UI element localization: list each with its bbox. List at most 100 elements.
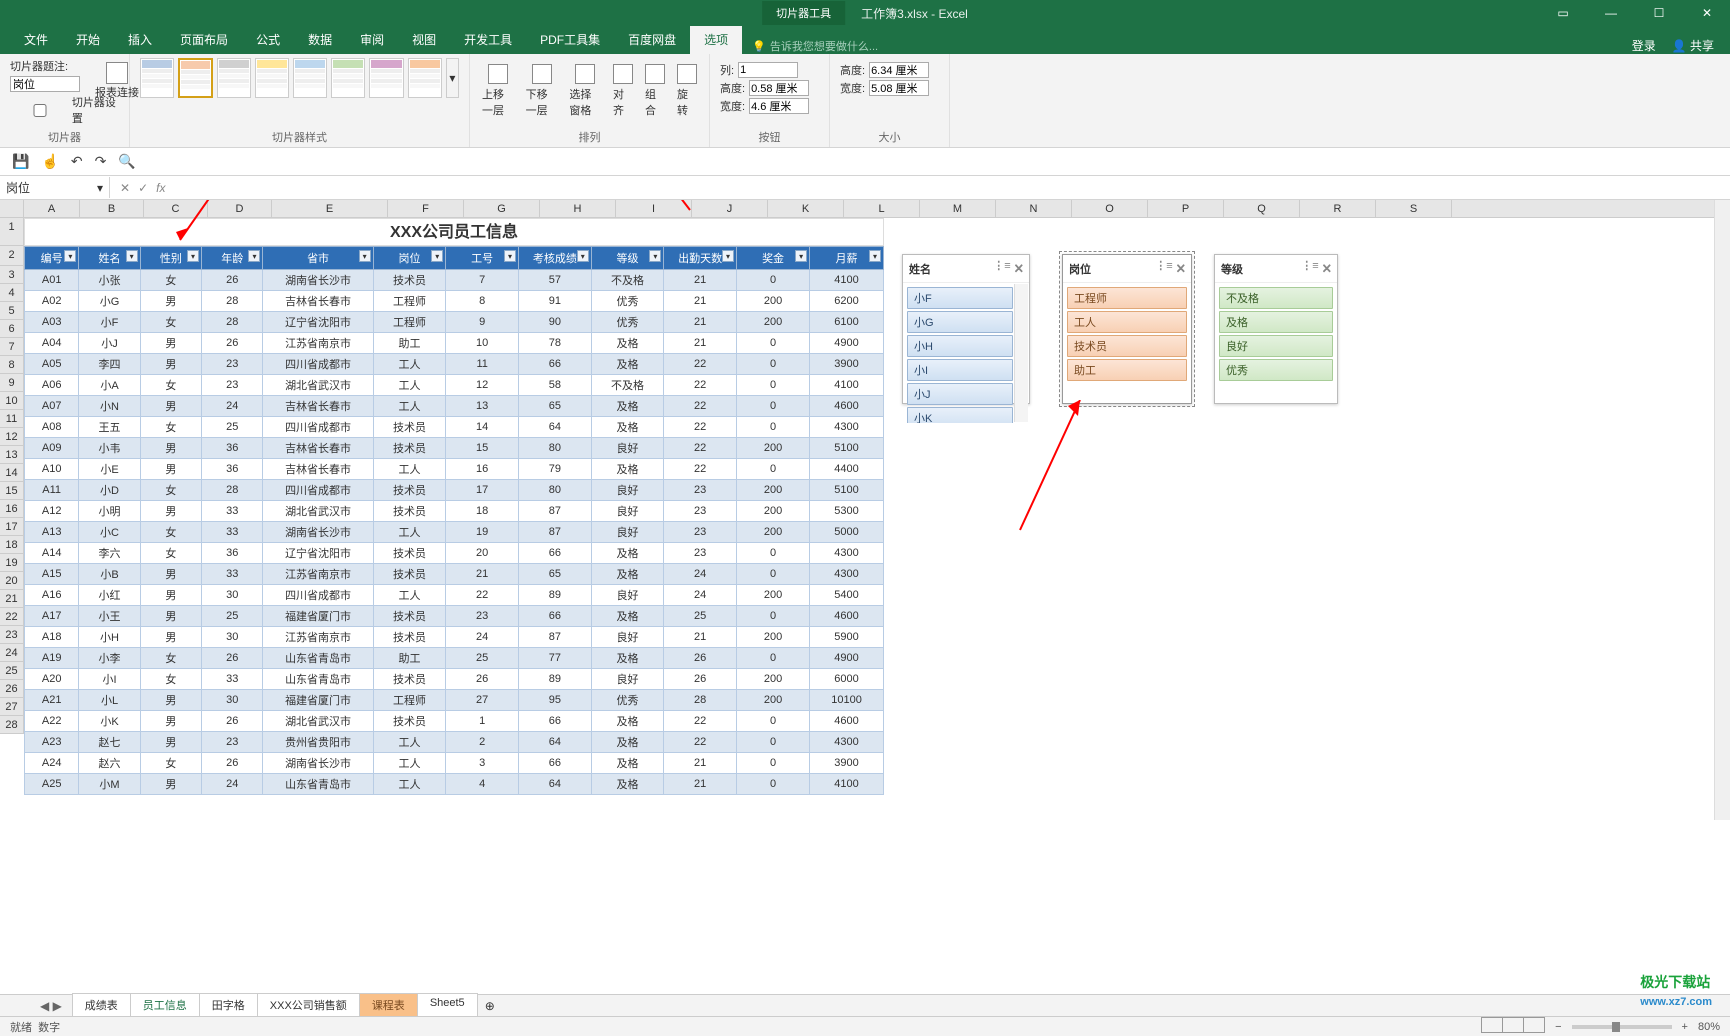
- table-cell[interactable]: 22: [664, 732, 737, 753]
- ribbon-tab[interactable]: 选项: [690, 25, 742, 54]
- column-header[interactable]: J: [692, 200, 768, 217]
- table-cell[interactable]: 25: [202, 417, 263, 438]
- slicer-item[interactable]: 技术员: [1067, 335, 1187, 357]
- row-header[interactable]: 7: [0, 338, 24, 356]
- table-cell[interactable]: 工程师: [373, 291, 446, 312]
- table-cell[interactable]: A06: [25, 375, 79, 396]
- sheet-tab[interactable]: 课程表: [359, 993, 418, 1018]
- table-cell[interactable]: 26: [202, 753, 263, 774]
- table-cell[interactable]: 男: [140, 732, 201, 753]
- table-cell[interactable]: 89: [519, 669, 592, 690]
- table-cell[interactable]: 0: [737, 270, 810, 291]
- zoom-in-icon[interactable]: +: [1682, 1021, 1688, 1033]
- table-cell[interactable]: 1: [446, 711, 519, 732]
- ribbon-tab[interactable]: 文件: [10, 25, 62, 54]
- zoom-slider[interactable]: [1572, 1025, 1672, 1029]
- table-cell[interactable]: 技术员: [373, 711, 446, 732]
- row-header[interactable]: 1: [0, 218, 24, 246]
- table-cell[interactable]: 30: [202, 627, 263, 648]
- table-cell[interactable]: 0: [737, 396, 810, 417]
- table-cell[interactable]: 6100: [810, 312, 884, 333]
- table-cell[interactable]: 21: [664, 291, 737, 312]
- row-header[interactable]: 10: [0, 392, 24, 410]
- clear-filter-icon[interactable]: 🗙: [1177, 259, 1185, 278]
- table-cell[interactable]: 福建省厦门市: [263, 606, 373, 627]
- table-cell[interactable]: 20: [446, 543, 519, 564]
- table-cell[interactable]: 4600: [810, 606, 884, 627]
- table-cell[interactable]: 李六: [79, 543, 140, 564]
- table-cell[interactable]: A22: [25, 711, 79, 732]
- table-cell[interactable]: 200: [737, 312, 810, 333]
- row-header[interactable]: 26: [0, 680, 24, 698]
- table-header[interactable]: 编号▾: [25, 247, 79, 270]
- table-cell[interactable]: 5000: [810, 522, 884, 543]
- table-cell[interactable]: 10: [446, 333, 519, 354]
- table-cell[interactable]: 及格: [591, 564, 664, 585]
- table-cell[interactable]: 山东省青岛市: [263, 774, 373, 795]
- table-cell[interactable]: 小F: [79, 312, 140, 333]
- table-cell[interactable]: 6000: [810, 669, 884, 690]
- table-cell[interactable]: 小王: [79, 606, 140, 627]
- table-cell[interactable]: 男: [140, 396, 201, 417]
- table-cell[interactable]: 助工: [373, 333, 446, 354]
- table-cell[interactable]: 4100: [810, 375, 884, 396]
- table-cell[interactable]: 小韦: [79, 438, 140, 459]
- table-row[interactable]: A08王五女25四川省成都市技术员1464及格2204300: [25, 417, 884, 438]
- column-header[interactable]: F: [388, 200, 464, 217]
- table-row[interactable]: A18小H男30江苏省南京市技术员2487良好212005900: [25, 627, 884, 648]
- multi-select-icon[interactable]: ⋮≡: [993, 259, 1010, 278]
- table-cell[interactable]: 4100: [810, 774, 884, 795]
- table-row[interactable]: A12小明男33湖北省武汉市技术员1887良好232005300: [25, 501, 884, 522]
- table-cell[interactable]: 7: [446, 270, 519, 291]
- table-cell[interactable]: 200: [737, 501, 810, 522]
- table-cell[interactable]: 23: [664, 501, 737, 522]
- table-cell[interactable]: 66: [519, 711, 592, 732]
- table-cell[interactable]: 湖南省长沙市: [263, 522, 373, 543]
- table-cell[interactable]: 5900: [810, 627, 884, 648]
- table-header[interactable]: 出勤天数▾: [664, 247, 737, 270]
- table-cell[interactable]: 小H: [79, 627, 140, 648]
- column-header[interactable]: M: [920, 200, 996, 217]
- sheet-tab[interactable]: 成绩表: [72, 993, 131, 1018]
- zoom-value[interactable]: 80%: [1698, 1021, 1720, 1033]
- table-row[interactable]: A19小李女26山东省青岛市助工2577及格2604900: [25, 648, 884, 669]
- column-header[interactable]: H: [540, 200, 616, 217]
- table-cell[interactable]: 小N: [79, 396, 140, 417]
- table-cell[interactable]: 26: [202, 270, 263, 291]
- table-row[interactable]: A03小F女28辽宁省沈阳市工程师990优秀212006100: [25, 312, 884, 333]
- table-cell[interactable]: 工程师: [373, 312, 446, 333]
- filter-dropdown-icon[interactable]: ▾: [359, 250, 371, 262]
- table-row[interactable]: A01小张女26湖南省长沙市技术员757不及格2104100: [25, 270, 884, 291]
- table-cell[interactable]: 4100: [810, 270, 884, 291]
- table-cell[interactable]: 18: [446, 501, 519, 522]
- table-cell[interactable]: 山东省青岛市: [263, 669, 373, 690]
- table-header[interactable]: 岗位▾: [373, 247, 446, 270]
- slicer-style-thumb[interactable]: [293, 58, 327, 98]
- table-cell[interactable]: 女: [140, 648, 201, 669]
- new-sheet-icon[interactable]: ⊕: [477, 999, 503, 1013]
- table-cell[interactable]: 良好: [591, 627, 664, 648]
- table-cell[interactable]: 79: [519, 459, 592, 480]
- slicer-item[interactable]: 小H: [907, 335, 1013, 357]
- table-cell[interactable]: 26: [664, 669, 737, 690]
- name-box-dropdown-icon[interactable]: ▾: [97, 181, 103, 195]
- row-header[interactable]: 3: [0, 266, 24, 284]
- table-cell[interactable]: 0: [737, 375, 810, 396]
- table-cell[interactable]: 4400: [810, 459, 884, 480]
- table-cell[interactable]: A10: [25, 459, 79, 480]
- table-cell[interactable]: 10100: [810, 690, 884, 711]
- table-cell[interactable]: 小A: [79, 375, 140, 396]
- table-cell[interactable]: 湖北省武汉市: [263, 711, 373, 732]
- table-header[interactable]: 省市▾: [263, 247, 373, 270]
- table-cell[interactable]: 66: [519, 606, 592, 627]
- table-cell[interactable]: 22: [664, 354, 737, 375]
- row-header[interactable]: 20: [0, 572, 24, 590]
- slicer-item[interactable]: 小G: [907, 311, 1013, 333]
- table-cell[interactable]: 22: [664, 438, 737, 459]
- table-cell[interactable]: 助工: [373, 648, 446, 669]
- row-headers[interactable]: 1234567891011121314151617181920212223242…: [0, 218, 24, 734]
- table-header[interactable]: 年龄▾: [202, 247, 263, 270]
- table-header[interactable]: 考核成绩▾: [519, 247, 592, 270]
- table-cell[interactable]: 男: [140, 501, 201, 522]
- row-header[interactable]: 22: [0, 608, 24, 626]
